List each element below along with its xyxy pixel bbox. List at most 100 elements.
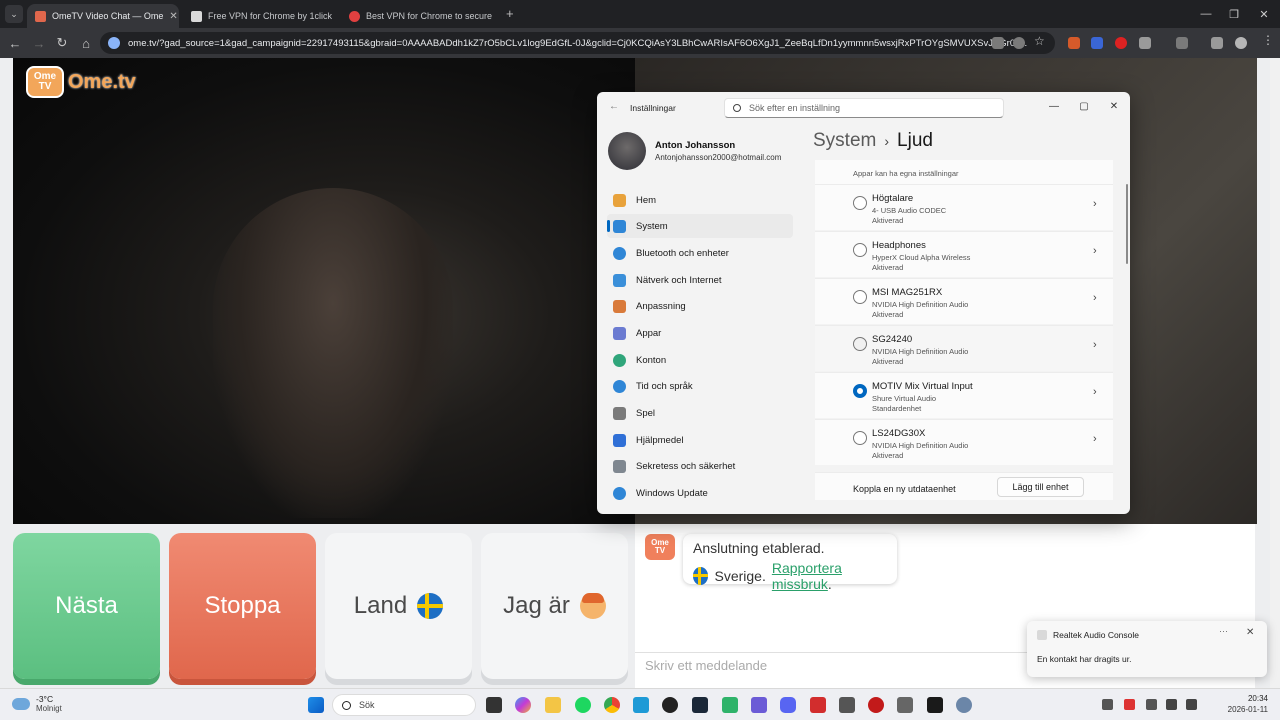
device-status: Aktiverad [872,263,904,272]
device-row-motiv[interactable]: MOTIV Mix Virtual Input Shure Virtual Au… [815,372,1113,418]
file-explorer-icon[interactable] [545,697,561,713]
ometv-logo[interactable]: Ome TV Ome.tv [26,66,136,98]
tab-search-button[interactable]: ⌄ [5,5,23,23]
device-row-sg24240[interactable]: SG24240 NVIDIA High Definition Audio Akt… [815,325,1113,371]
game-app-icon[interactable] [722,697,738,713]
device-name: SG24240 [872,334,913,345]
tab-best-vpn[interactable]: Best VPN for Chrome to secure ✕ [341,4,499,28]
discord-icon[interactable] [780,697,796,713]
close-tab-icon[interactable]: ✕ [169,11,177,22]
settings-gear-icon[interactable] [956,697,972,713]
device-row-hogtalare[interactable]: Högtalare 4- USB Audio CODEC Aktiverad › [815,184,1113,230]
app-window-icon[interactable] [633,697,649,713]
sidebar-item-windows-update[interactable]: Windows Update [607,481,793,505]
tab-free-vpn[interactable]: Free VPN for Chrome by 1click ✕ [183,4,337,28]
next-button[interactable]: Nästa [13,533,160,679]
tray-app-icon[interactable] [1124,699,1135,710]
close-window-icon[interactable]: ✕ [1246,0,1280,28]
device-radio[interactable] [853,290,867,304]
device-radio[interactable] [853,243,867,257]
zoom-icon[interactable] [1013,37,1025,49]
bookmark-star-icon[interactable]: ☆ [1034,34,1045,48]
device-row-msi[interactable]: MSI MAG251RX NVIDIA High Definition Audi… [815,278,1113,324]
address-bar[interactable]: ome.tv/?gad_source=1&gad_campaignid=2291… [100,32,1055,54]
sidebar-item-apps[interactable]: Appar [607,321,793,345]
page-title: Ljud [897,130,933,151]
site-info-icon[interactable] [108,37,120,49]
maximize-icon[interactable]: ▢ [1069,96,1099,116]
device-description: NVIDIA High Definition Audio [872,441,969,450]
close-icon[interactable]: ✕ [1099,96,1129,116]
notification-toast[interactable]: Realtek Audio Console ··· ✕ En kontakt h… [1027,621,1267,677]
taskbar-clock[interactable]: 20:34 2026-01-11 [1216,694,1268,714]
device-radio[interactable] [853,431,867,445]
more-options-icon[interactable]: ··· [1219,626,1228,636]
back-arrow-icon[interactable]: ← [609,101,619,112]
sidebar-item-time-language[interactable]: Tid och språk [607,374,793,398]
red-app-icon[interactable] [810,697,826,713]
download-icon[interactable] [1211,37,1223,49]
stop-button[interactable]: Stoppa [169,533,316,679]
settings-search-input[interactable]: Sök efter en inställning [724,98,1004,118]
cast-icon[interactable] [1176,37,1188,49]
browser-menu-icon[interactable]: ⋮ [1262,33,1274,47]
back-arrow-icon[interactable]: ← [6,34,24,52]
new-tab-button[interactable]: + [506,6,514,21]
profile-avatar-icon[interactable] [1235,37,1247,49]
close-icon[interactable]: ✕ [1246,627,1254,638]
spotify-icon[interactable] [575,697,591,713]
country-button[interactable]: Land [325,533,472,679]
task-view-icon[interactable] [486,697,502,713]
volume-icon[interactable] [1186,699,1197,710]
device-radio-selected[interactable] [853,384,867,398]
microphone-icon[interactable] [1166,699,1177,710]
copilot-icon[interactable] [515,697,531,713]
device-row-ls24dg30x[interactable]: LS24DG30X NVIDIA High Definition Audio A… [815,419,1113,465]
device-radio[interactable] [853,196,867,210]
chrome-icon[interactable] [604,697,620,713]
sidebar-item-home[interactable]: Hem [607,188,793,212]
recording-app-icon[interactable] [868,697,884,713]
terminal-icon[interactable] [927,697,943,713]
device-name: Högtalare [872,193,914,204]
extension-vpn-icon[interactable] [1091,37,1103,49]
sidebar-item-privacy[interactable]: Sekretess och säkerhet [607,454,793,478]
sidebar-item-network[interactable]: Nätverk och Internet [607,268,793,292]
sidebar-item-bluetooth[interactable]: Bluetooth och enheter [607,241,793,265]
capcut-icon[interactable] [839,697,855,713]
sidebar-item-system[interactable]: System [607,214,793,238]
add-device-button[interactable]: Lägg till enhet [997,477,1084,497]
obs-icon[interactable] [662,697,678,713]
sidebar-item-accessibility[interactable]: Hjälpmedel [607,428,793,452]
minimize-icon[interactable]: — [1039,96,1069,116]
avatar[interactable] [608,132,646,170]
settings-scrollbar[interactable] [1126,184,1128,264]
breadcrumb-separator: › [884,133,890,149]
extension-fox-icon[interactable] [1068,37,1080,49]
reload-icon[interactable]: ↻ [53,34,71,52]
tab-ometv[interactable]: OmeTV Video Chat — Ome ✕ [27,4,179,28]
sidebar-item-gaming[interactable]: Spel [607,401,793,425]
home-icon[interactable]: ⌂ [77,34,95,52]
gender-button[interactable]: Jag är [481,533,628,679]
device-row-headphones[interactable]: Headphones HyperX Cloud Alpha Wireless A… [815,231,1113,277]
device-radio[interactable] [853,337,867,351]
sidebar-item-accounts[interactable]: Konton [607,348,793,372]
sidebar-item-personalization[interactable]: Anpassning [607,294,793,318]
page-scrollbar[interactable] [1270,58,1280,688]
teams-icon[interactable] [751,697,767,713]
taskbar-search[interactable]: Sök [332,694,476,716]
start-windows-icon[interactable] [308,697,324,713]
tool-app-icon[interactable] [897,697,913,713]
weather-widget[interactable]: -3°C Molnigt [12,694,62,713]
tray-device-icon[interactable] [1146,699,1157,710]
install-app-icon[interactable] [992,37,1004,49]
tray-chevron-icon[interactable] [1102,699,1113,710]
bluetooth-icon [613,246,626,260]
forward-arrow-icon[interactable]: → [30,34,48,52]
breadcrumb-parent[interactable]: System [813,130,876,152]
close-tab-icon[interactable]: ✕ [498,11,499,22]
extensions-puzzle-icon[interactable] [1139,37,1151,49]
steam-icon[interactable] [692,697,708,713]
extension-adblock-icon[interactable] [1115,37,1127,49]
